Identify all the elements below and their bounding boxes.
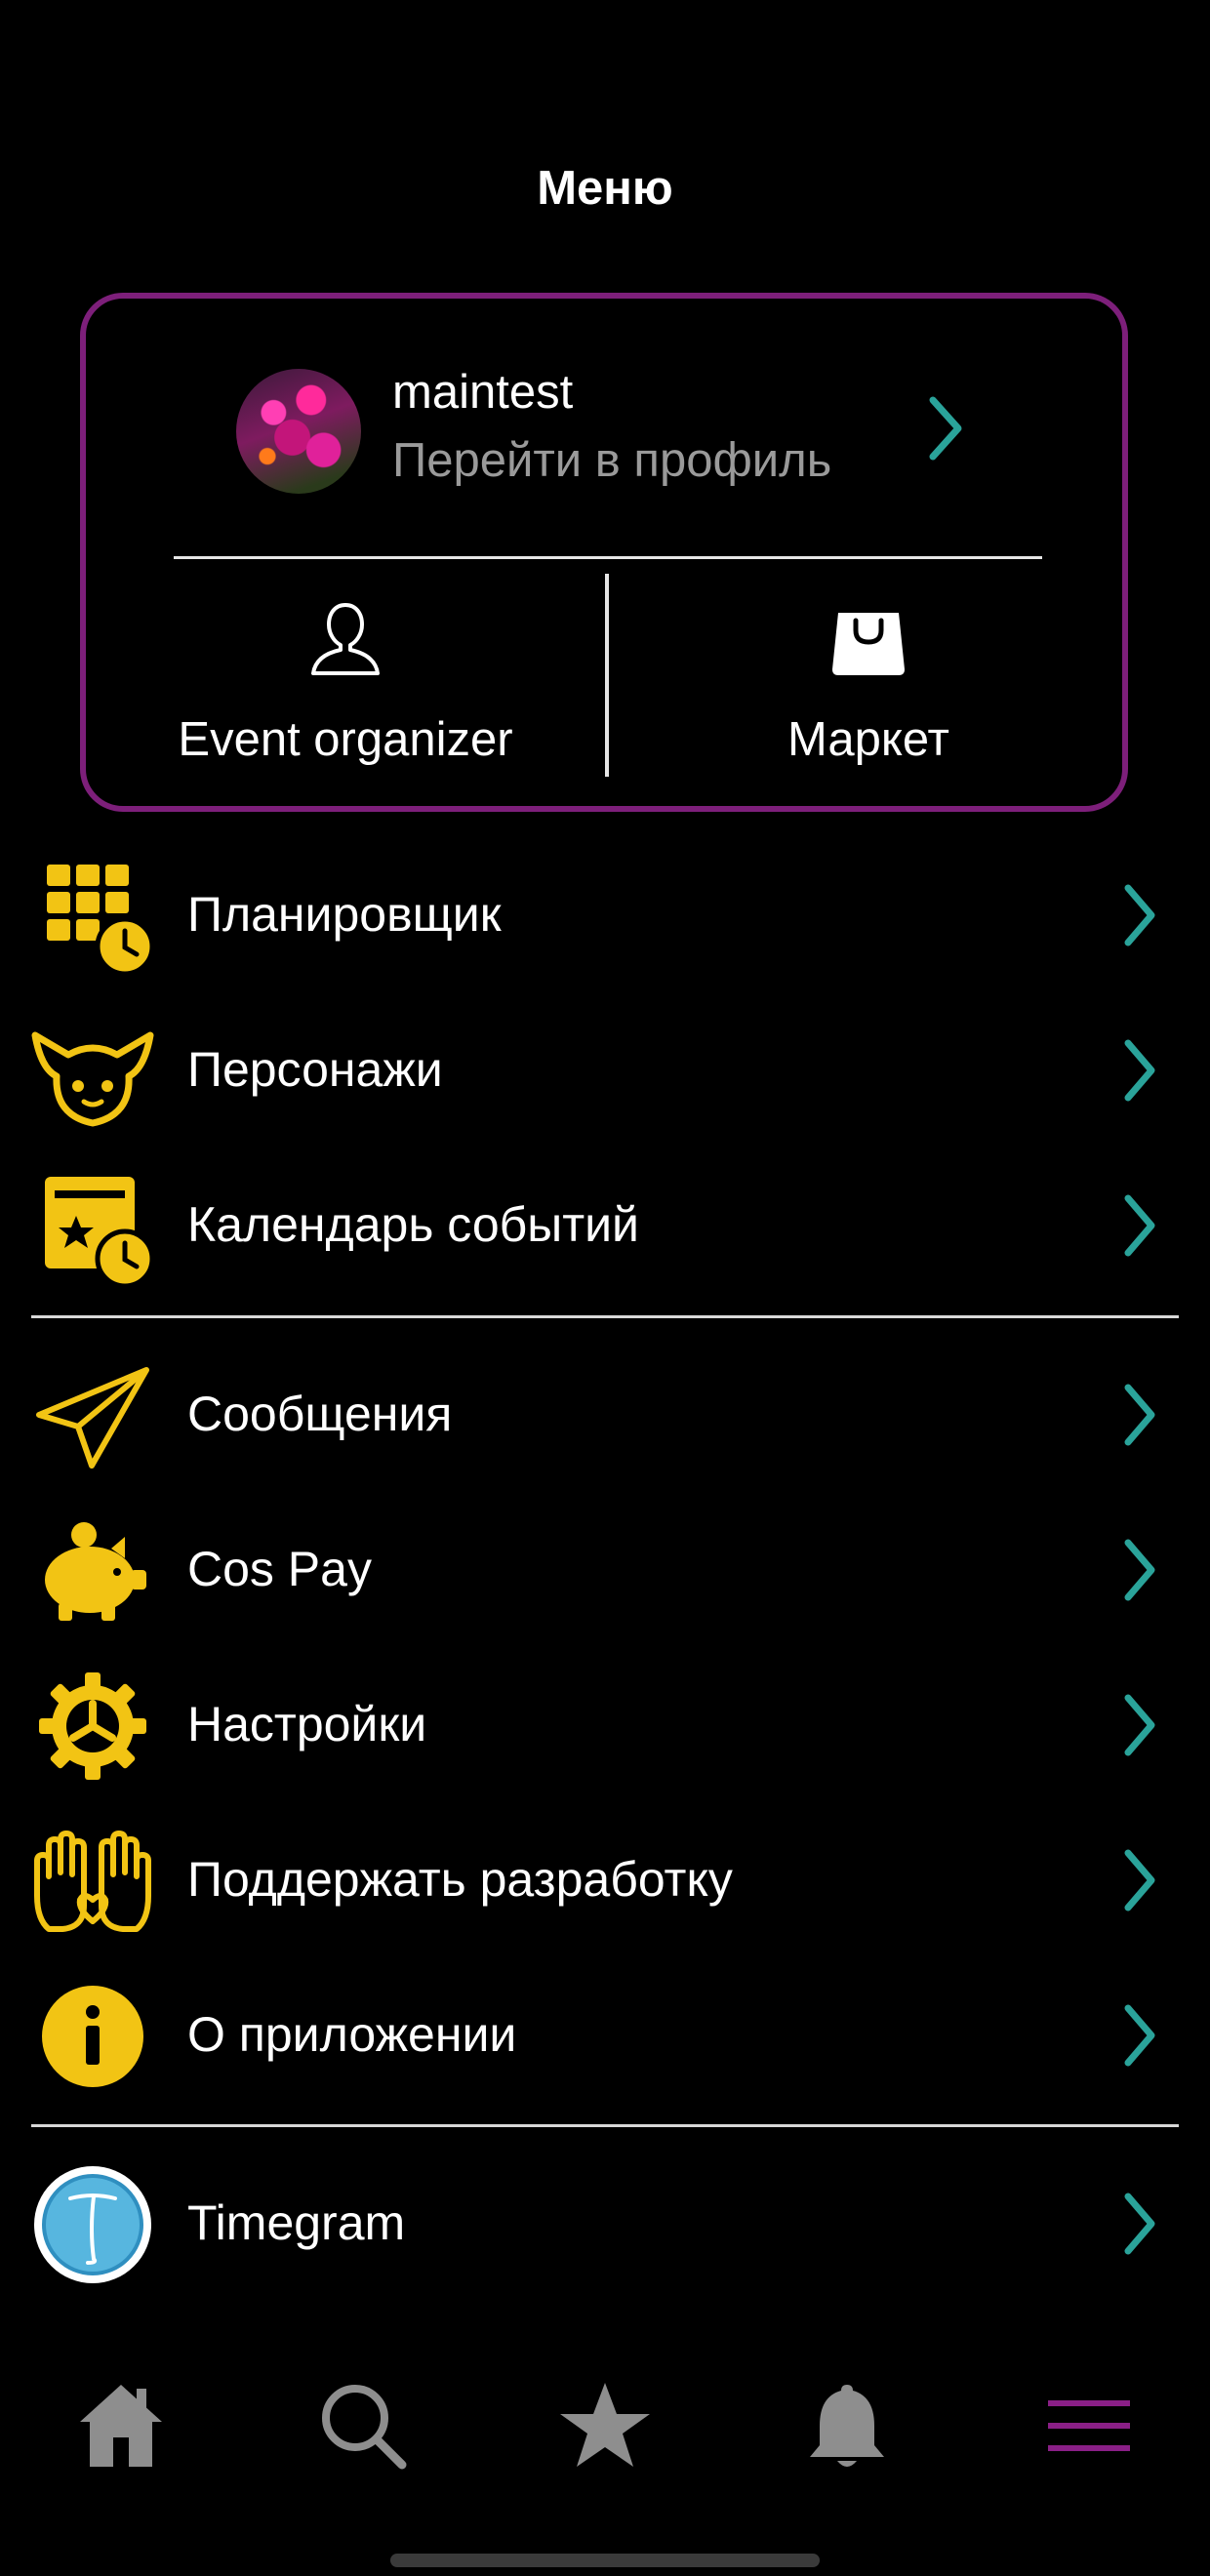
menu-item-planner[interactable]: Планировщик — [0, 841, 1210, 987]
section-divider — [31, 2124, 1179, 2127]
hands-heart-icon — [34, 1831, 151, 1932]
search-icon[interactable] — [314, 2377, 412, 2475]
event-organizer-label: Event organizer — [178, 713, 513, 766]
shopping-bag-icon — [832, 613, 905, 675]
timegram-logo-icon — [34, 2166, 151, 2283]
chevron-right-icon — [1124, 1694, 1155, 1756]
chevron-right-icon — [1124, 1194, 1155, 1257]
avatar[interactable] — [236, 369, 361, 494]
menu-item-label: Персонажи — [187, 1042, 443, 1097]
menu-item-label: Настройки — [187, 1697, 427, 1751]
chevron-right-icon — [1124, 884, 1155, 946]
menu-item-cos-pay[interactable]: Cos Pay — [0, 1496, 1210, 1642]
info-icon — [42, 1986, 143, 2087]
market-label: Маркет — [787, 713, 949, 766]
market-button[interactable]: Маркет — [609, 591, 1128, 786]
menu-item-label: О приложении — [187, 2007, 517, 2062]
menu-item-label: Планировщик — [187, 887, 502, 942]
menu-item-timegram[interactable]: Timegram — [0, 2150, 1210, 2296]
profile-card: maintest Перейти в профиль Event organiz… — [80, 293, 1128, 812]
menu-item-label: Timegram — [187, 2195, 406, 2250]
event-organizer-button[interactable]: Event organizer — [86, 591, 605, 786]
menu-item-settings[interactable]: Настройки — [0, 1651, 1210, 1797]
planner-grid-clock-icon — [47, 865, 155, 977]
menu-item-label: Сообщения — [187, 1387, 453, 1441]
menu-item-label: Cos Pay — [187, 1542, 372, 1596]
bell-icon[interactable] — [798, 2377, 896, 2475]
chevron-right-icon — [1124, 1849, 1155, 1912]
menu-item-label: Календарь событий — [187, 1197, 639, 1252]
profile-username: maintest — [392, 366, 574, 419]
section-divider — [31, 1315, 1179, 1318]
home-icon[interactable] — [72, 2377, 170, 2475]
home-indicator[interactable] — [390, 2554, 820, 2567]
menu-item-messages[interactable]: Сообщения — [0, 1341, 1210, 1487]
character-face-icon — [31, 1031, 154, 1127]
menu-item-label: Поддержать разработку — [187, 1852, 733, 1907]
chevron-right-icon[interactable] — [925, 394, 964, 463]
page-title: Меню — [537, 162, 673, 215]
gear-icon — [39, 1672, 146, 1780]
menu-item-support-development[interactable]: Поддержать разработку — [0, 1806, 1210, 1952]
chevron-right-icon — [1124, 1539, 1155, 1601]
menu-item-characters[interactable]: Персонажи — [0, 996, 1210, 1143]
menu-item-about[interactable]: О приложении — [0, 1961, 1210, 2108]
chevron-right-icon — [1124, 1384, 1155, 1446]
chevron-right-icon — [1124, 1039, 1155, 1102]
event-calendar-clock-icon — [45, 1177, 155, 1289]
chevron-right-icon — [1124, 2193, 1155, 2255]
chevron-right-icon — [1124, 2004, 1155, 2067]
tab-bar — [0, 2342, 1210, 2498]
card-divider — [174, 556, 1042, 559]
piggy-bank-icon — [45, 1522, 146, 1621]
profile-row[interactable]: maintest Перейти в профиль — [86, 299, 1122, 562]
menu-item-event-calendar[interactable]: Календарь событий — [0, 1151, 1210, 1298]
star-icon[interactable] — [556, 2377, 654, 2475]
menu-icon[interactable] — [1040, 2377, 1138, 2475]
profile-link-label[interactable]: Перейти в профиль — [392, 433, 831, 488]
user-outline-icon — [311, 603, 380, 675]
paper-plane-icon — [36, 1367, 149, 1469]
